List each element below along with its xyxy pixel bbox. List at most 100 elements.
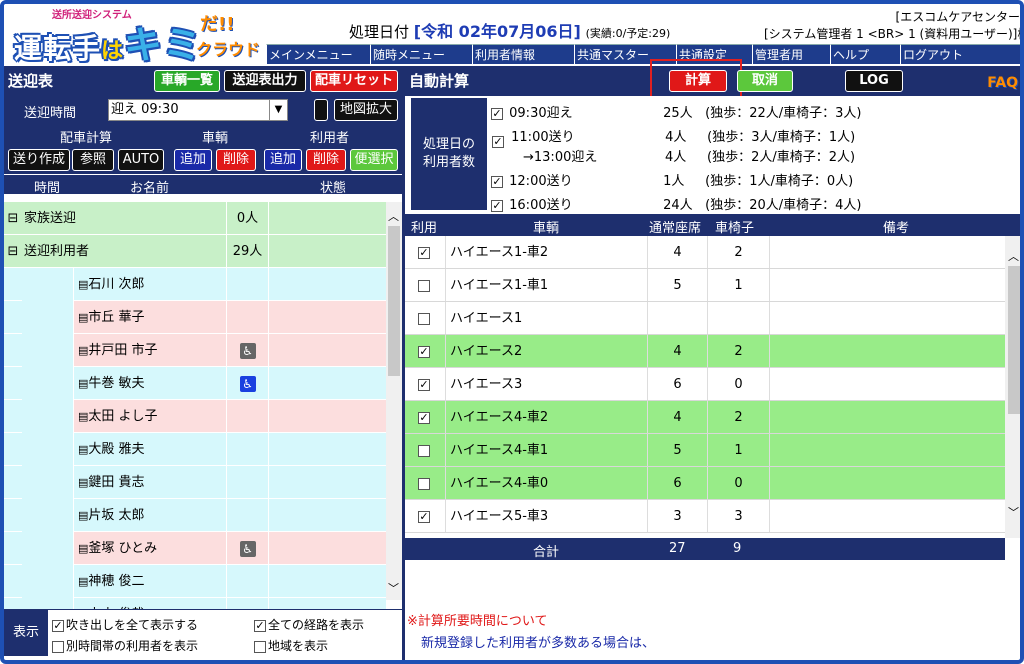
vehicle-row[interactable]: ✓ ハイエース1-車2 4 2 [405,236,1005,269]
scroll-thumb[interactable] [388,226,400,376]
scroll-up-icon[interactable]: ︿ [388,208,399,224]
person-status-icon [226,433,268,465]
delete-vehicle-button[interactable]: 削除 [216,149,256,171]
vehicle-row[interactable]: ハイエース1 [405,302,1005,335]
checkbox-unchecked[interactable] [418,444,430,457]
scroll-thumb[interactable] [1008,266,1020,414]
person-row[interactable]: ▤神穂 俊二 [4,565,386,598]
checkbox-checked[interactable]: ✓ [418,510,430,523]
summary-label: 処理日の 利用者数 [411,98,487,210]
calc-button[interactable]: 計算 [669,70,727,92]
vehicle-seat: 6 [647,467,707,499]
option-other-time[interactable]: 別時間帯の利用者を表示 [52,637,198,654]
person-row[interactable]: ▤井戸田 市子 ♿ [4,334,386,367]
vehicle-note[interactable] [769,335,1005,367]
person-row[interactable]: ▤石川 次郎 [4,268,386,301]
menu-admin[interactable]: 管理者用 [752,44,830,64]
person-row[interactable]: ▤牛巻 敏夫 ♿ [4,367,386,400]
checkbox-checked[interactable]: ✓ [254,619,266,632]
person-row[interactable]: ▤大殿 雅夫 [4,433,386,466]
add-user-button[interactable]: 追加 [264,149,302,171]
option-show-routes[interactable]: ✓ 全ての経路を表示 [254,616,364,633]
menu-help[interactable]: ヘルプ [830,44,900,64]
auto-button[interactable]: AUTO [118,149,164,171]
summary-row[interactable]: ✓ 12:00送り 1人 (独歩：1人/車椅子：0人) [491,170,853,189]
menu-anytime[interactable]: 随時メニュー [370,44,472,64]
vehicle-row[interactable]: ✓ ハイエース4-車2 4 2 [405,401,1005,434]
summary-row[interactable]: 11:00送り 4人 (独歩：3人/車椅子：1人) [491,126,855,145]
person-row[interactable]: ▤市丘 華子 [4,301,386,334]
scroll-down-icon[interactable]: ﹀ [388,580,399,596]
scroll-down-icon[interactable]: ﹀ [1008,504,1019,520]
log-button[interactable]: LOG [845,70,903,92]
checkbox-unchecked[interactable] [418,279,430,292]
menu-main[interactable]: メインメニュー [266,44,370,64]
checkbox-checked[interactable]: ✓ [418,246,430,259]
checkbox-unchecked[interactable] [52,640,64,653]
option-show-balloons[interactable]: ✓ 吹き出しを全て表示する [52,616,198,633]
checkbox-unchecked[interactable] [418,312,430,325]
checkbox-checked[interactable]: ✓ [418,411,430,424]
app-logo[interactable]: 送所送迎システム 運転手はキミ だ!! クラウド [10,6,260,67]
checkbox-unchecked[interactable] [418,477,430,490]
person-name: 鍵田 貴志 [88,475,145,490]
checkbox-checked[interactable]: ✓ [491,199,503,212]
checkbox-checked[interactable]: ✓ [418,345,430,358]
vehicle-row[interactable]: ハイエース1-車1 5 1 [405,269,1005,302]
vehicle-row[interactable]: ✓ ハイエース3 6 0 [405,368,1005,401]
group-name: 家族送迎 [24,211,77,226]
person-row[interactable]: ▤太田 よし子 [4,400,386,433]
vehicle-note[interactable] [769,236,1005,268]
checkbox-checked[interactable]: ✓ [491,175,503,188]
logo-title-ki: キミ [124,23,203,67]
col-seat: 通常座席 [649,221,702,236]
person-row[interactable]: ▤釜塚 ひとみ ♿ [4,532,386,565]
map-zoom-button[interactable]: 地図拡大 [334,99,398,121]
vehicle-row[interactable]: ✓ ハイエース2 4 2 [405,335,1005,368]
delete-user-button[interactable]: 削除 [306,149,346,171]
summary-row[interactable]: ✓ 09:30迎え 25人 (独歩：22人/車椅子：3人) [491,102,861,121]
small-black-button[interactable] [314,99,328,121]
vehicle-row[interactable]: ハイエース4-車0 6 0 [405,467,1005,500]
option-show-area[interactable]: 地域を表示 [254,637,328,654]
person-row[interactable]: ▤鍵田 貴志 [4,466,386,499]
vehicle-list-button[interactable]: 車輌一覧 [154,70,220,92]
add-vehicle-button[interactable]: 追加 [174,149,212,171]
vehicle-note[interactable] [769,302,1005,334]
scroll-up-icon[interactable]: ︿ [1008,248,1019,264]
menu-user-info[interactable]: 利用者情報 [472,44,574,64]
group-row-pickup[interactable]: ⊟ 送迎利用者 29人 [4,235,386,268]
menu-logout[interactable]: ログアウト [900,44,1020,64]
summary-detail: (独歩：1人/車椅子：0人) [705,174,854,189]
reset-dispatch-button[interactable]: 配車リセット [310,70,398,92]
cancel-button[interactable]: 取消 [737,70,793,92]
summary-row[interactable]: ✓ 16:00送り 24人 (独歩：20人/車椅子：4人) [491,194,861,213]
vehicle-table-scrollbar[interactable]: ︿ ﹀ [1005,236,1020,538]
vehicle-note[interactable] [769,500,1005,532]
vehicle-row[interactable]: ✓ ハイエース5-車3 3 3 [405,500,1005,533]
checkbox-checked[interactable]: ✓ [418,378,430,391]
collapse-icon[interactable]: ⊟ [4,235,22,267]
vehicle-seat: 5 [647,269,707,301]
checkbox-unchecked[interactable] [254,640,266,653]
create-return-button[interactable]: 送り作成 [8,149,70,171]
vehicle-row[interactable]: ハイエース4-車1 5 1 [405,434,1005,467]
checkbox-checked[interactable]: ✓ [52,619,64,632]
checkbox-checked[interactable]: ✓ [491,107,503,120]
summary-count: 24人 [663,198,693,213]
vehicle-note[interactable] [769,434,1005,466]
person-row[interactable]: ▤片坂 太郎 [4,499,386,532]
select-trip-button[interactable]: 便選択 [350,149,398,171]
collapse-icon[interactable]: ⊟ [4,202,22,234]
vehicle-note[interactable] [769,401,1005,433]
time-select[interactable]: 迎え 09:30 ▼ [108,99,288,121]
vehicle-note[interactable] [769,269,1005,301]
group-row-family[interactable]: ⊟ 家族送迎 0人 [4,202,386,235]
output-button[interactable]: 送迎表出力 [224,70,306,92]
reference-button[interactable]: 参照 [72,149,114,171]
user-list-scrollbar[interactable]: ︿ ﹀ [386,202,402,600]
document-icon: ▤ [78,476,89,489]
vehicle-note[interactable] [769,467,1005,499]
vehicle-note[interactable] [769,368,1005,400]
faq-icon[interactable]: FAQ [987,68,1018,98]
